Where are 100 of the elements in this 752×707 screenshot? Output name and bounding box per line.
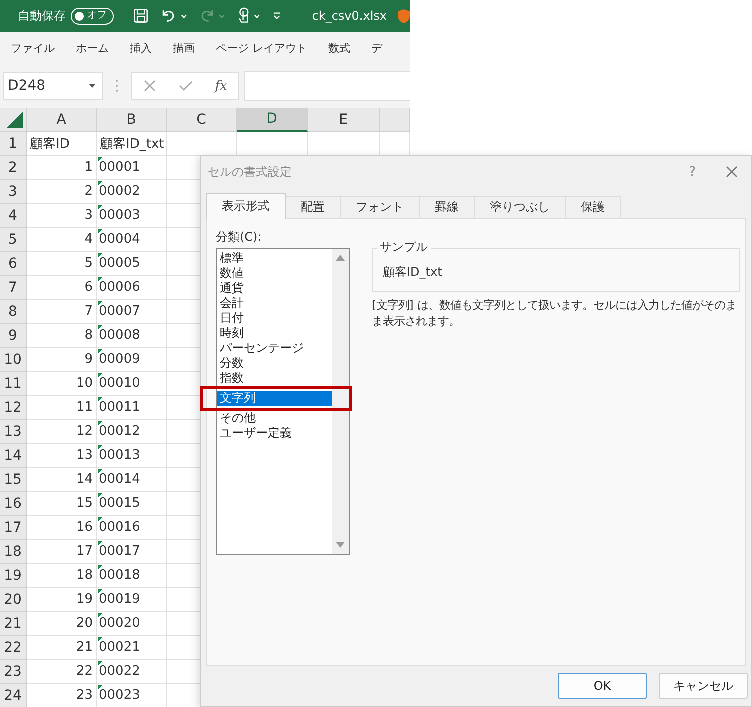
row-header[interactable]: 15 — [0, 468, 27, 492]
category-item[interactable]: 指数 — [217, 371, 332, 386]
table-cell: 00007 — [99, 304, 140, 319]
row-header[interactable]: 24 — [0, 684, 27, 707]
row-header[interactable]: 18 — [0, 540, 27, 564]
column-header[interactable]: B — [97, 108, 167, 132]
table-cell: 00015 — [99, 496, 140, 511]
row-header[interactable]: 16 — [0, 492, 27, 516]
table-cell: 23 — [76, 688, 93, 703]
scroll-up-icon[interactable] — [336, 255, 345, 261]
table-cell: 1 — [84, 160, 93, 175]
category-item[interactable]: 通貨 — [217, 281, 332, 296]
table-cell: 00017 — [99, 544, 140, 559]
menu-tab[interactable]: 挿入 — [130, 40, 152, 56]
row-header[interactable]: 13 — [0, 420, 27, 444]
row-header[interactable]: 1 — [0, 132, 27, 156]
insert-function-button[interactable]: fx — [215, 78, 228, 94]
dialog-tab[interactable]: 保護 — [565, 196, 621, 218]
table-cell: 2 — [84, 184, 93, 199]
name-box[interactable]: D248 — [3, 72, 103, 100]
table-cell: 15 — [76, 496, 93, 511]
table-cell: 00022 — [99, 664, 140, 679]
row-header[interactable]: 11 — [0, 372, 27, 396]
table-cell: 22 — [76, 664, 93, 679]
table-cell: 00011 — [99, 400, 140, 415]
menu-tab[interactable]: デ — [372, 40, 382, 56]
table-cell: 00020 — [99, 616, 140, 631]
category-item[interactable]: パーセンテージ — [217, 341, 332, 356]
dialog-button[interactable]: キャンセル — [659, 673, 748, 699]
row-header[interactable]: 19 — [0, 564, 27, 588]
column-header[interactable]: D — [237, 108, 308, 132]
table-cell: 00002 — [99, 184, 140, 199]
check-icon[interactable] — [178, 79, 194, 93]
category-item[interactable]: 数値 — [217, 266, 332, 281]
row-header[interactable]: 5 — [0, 228, 27, 252]
table-cell: 21 — [76, 640, 93, 655]
customize-icon[interactable] — [273, 12, 282, 20]
category-item[interactable]: 標準 — [217, 251, 332, 266]
row-header[interactable]: 3 — [0, 180, 27, 204]
row-header[interactable]: 20 — [0, 588, 27, 612]
touch-icon[interactable] — [236, 6, 251, 26]
menu-tab[interactable]: 描画 — [173, 40, 195, 56]
category-item[interactable]: 時刻 — [217, 326, 332, 341]
dialog-title: セルの書式設定 — [208, 164, 293, 180]
menu-tab[interactable]: 数式 — [328, 40, 350, 56]
save-icon[interactable] — [133, 7, 150, 25]
row-header[interactable]: 9 — [0, 324, 27, 348]
table-cell: 00014 — [99, 472, 140, 487]
table-cell: 18 — [76, 568, 93, 583]
formula-input[interactable] — [244, 71, 410, 101]
table-cell: 17 — [76, 544, 93, 559]
menu-tab[interactable]: ページ レイアウト — [216, 40, 308, 56]
row-header[interactable]: 6 — [0, 252, 27, 276]
dialog-tab[interactable]: 表示形式 — [206, 193, 286, 219]
table-cell: 13 — [76, 448, 93, 463]
table-cell: 19 — [76, 592, 93, 607]
category-item[interactable]: 日付 — [217, 311, 332, 326]
row-header[interactable]: 22 — [0, 636, 27, 660]
scrollbar[interactable] — [332, 249, 349, 554]
row-header[interactable]: 14 — [0, 444, 27, 468]
table-cell: 8 — [84, 328, 93, 343]
table-cell: 7 — [84, 304, 93, 319]
table-cell: 00021 — [99, 640, 140, 655]
row-header[interactable]: 21 — [0, 612, 27, 636]
category-item[interactable]: 分数 — [217, 356, 332, 371]
sample-legend: サンプル — [377, 239, 431, 256]
row-header[interactable]: 10 — [0, 348, 27, 372]
table-cell: 12 — [76, 424, 93, 439]
column-header[interactable]: E — [308, 108, 380, 132]
table-cell: 00003 — [99, 208, 140, 223]
menu-tab[interactable]: ホーム — [76, 40, 109, 56]
shield-icon[interactable] — [398, 8, 410, 24]
row-header[interactable]: 8 — [0, 300, 27, 324]
table-cell: 00006 — [99, 280, 140, 295]
table-cell: 16 — [76, 520, 93, 535]
row-header[interactable]: 2 — [0, 156, 27, 180]
row-header[interactable]: 4 — [0, 204, 27, 228]
menu-tab[interactable]: ファイル — [11, 40, 55, 56]
select-all-button[interactable] — [0, 108, 27, 132]
file-name: ck_csv0.xlsx — [312, 9, 388, 23]
table-cell: 00009 — [99, 352, 140, 367]
row-header[interactable]: 7 — [0, 276, 27, 300]
category-item[interactable]: ユーザー定義 — [217, 426, 332, 441]
table-cell: 00018 — [99, 568, 140, 583]
column-header[interactable]: A — [27, 108, 97, 132]
row-header[interactable]: 12 — [0, 396, 27, 420]
column-header[interactable]: C — [167, 108, 237, 132]
table-cell: 00004 — [99, 232, 140, 247]
row-header[interactable]: 17 — [0, 516, 27, 540]
scroll-down-icon[interactable] — [336, 542, 345, 548]
category-item[interactable]: 会計 — [217, 296, 332, 311]
category-item[interactable]: その他 — [217, 411, 332, 426]
autosave-toggle[interactable]: オフ — [71, 8, 114, 24]
row-header[interactable]: 23 — [0, 660, 27, 684]
table-cell: 11 — [76, 400, 93, 415]
table-cell: 9 — [84, 352, 93, 367]
category-item[interactable]: 文字列 — [217, 391, 332, 406]
close-icon[interactable] — [726, 166, 738, 178]
cancel-icon[interactable] — [142, 79, 157, 93]
dialog-button[interactable]: OK — [558, 673, 647, 699]
